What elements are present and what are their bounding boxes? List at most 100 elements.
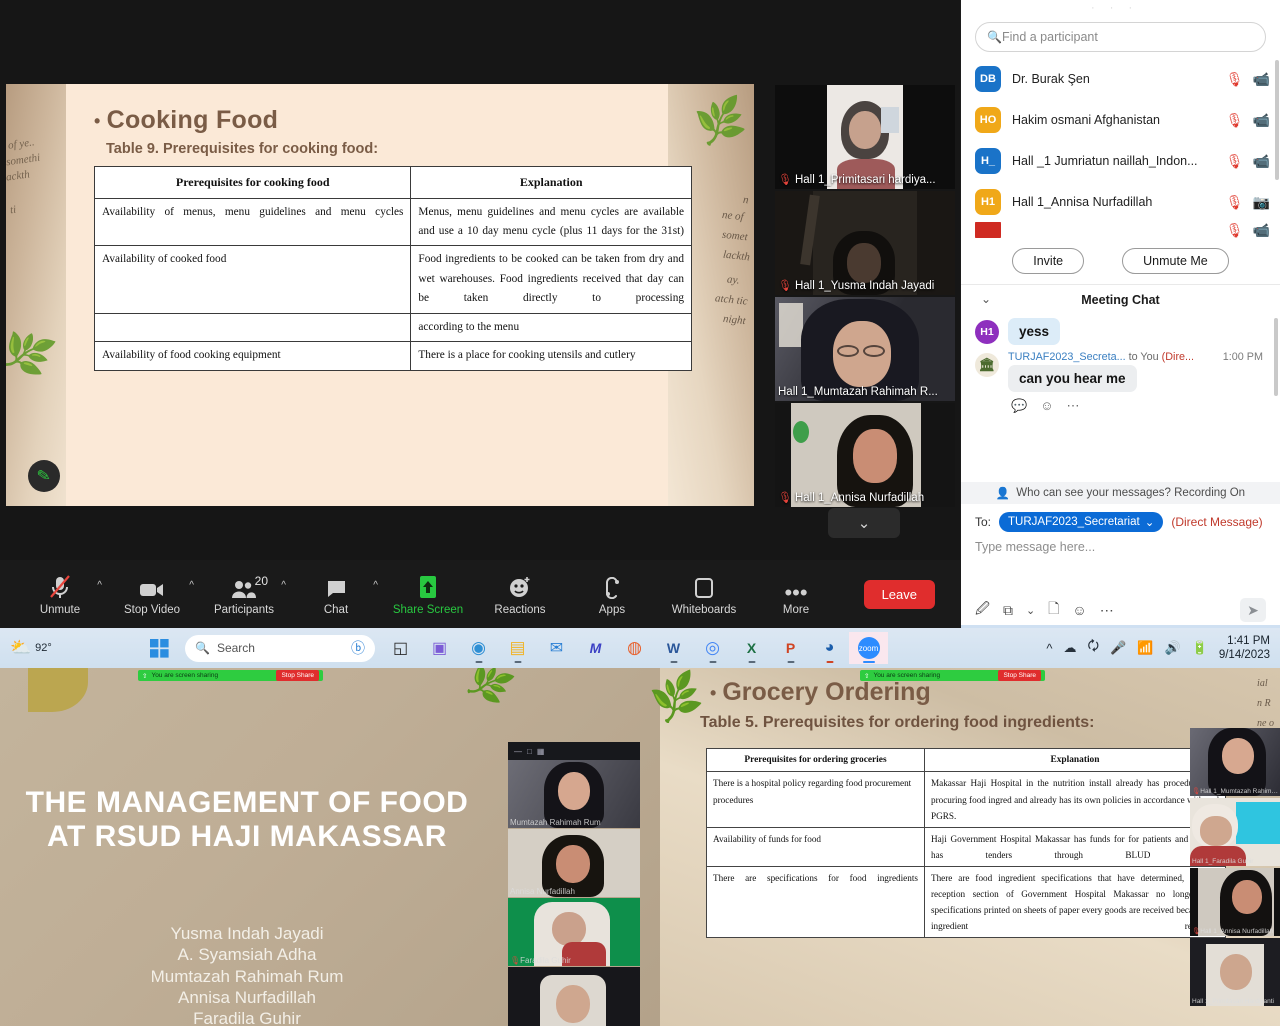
chevron-up-icon[interactable]: ^ xyxy=(97,580,102,591)
toolbar-reactions-button[interactable]: Reactions xyxy=(474,566,566,622)
video-tile[interactable]: 🎙Hall 1_Yusma Indah Jayadi xyxy=(775,191,955,295)
toolbar-stop-video-button[interactable]: Stop Video ^ xyxy=(106,566,198,622)
taskbar-clock[interactable]: 1:41 PM 9/14/2023 xyxy=(1219,634,1270,662)
weather-widget[interactable]: ⛅ 92° xyxy=(10,638,52,658)
invite-button[interactable]: Invite xyxy=(1012,248,1084,274)
video-off-icon[interactable]: 📹 xyxy=(1253,223,1270,237)
copilot-icon[interactable]: ⓑ xyxy=(351,638,365,658)
mic-muted-icon[interactable]: 🎙 xyxy=(1226,154,1244,168)
excel-icon[interactable]: X xyxy=(732,632,771,664)
participant-row[interactable]: HO Hakim osmani Afghanistan 🎙 📹 xyxy=(961,99,1280,140)
deck-title: THE MANAGEMENT OF FOOD AT RSUD HAJI MAKA… xyxy=(12,786,482,853)
chat-compose-area[interactable] xyxy=(961,532,1280,554)
video-tile[interactable]: Mumtazah Rahimah Rum xyxy=(508,760,640,828)
toolbar-share-screen-button[interactable]: Share Screen xyxy=(382,566,474,622)
video-tile[interactable]: Hall 1_Faradila Guhir xyxy=(1190,798,1280,866)
chat-message-list[interactable]: H1 yess 🏛 1:00 PM TURJAF2023_Secreta... … xyxy=(961,314,1280,482)
chat-recipient-dropdown[interactable]: TURJAF2023_Secretariat ⌄ xyxy=(999,512,1163,532)
chat-scrollbar[interactable] xyxy=(1274,318,1278,396)
file-explorer-icon[interactable]: ▤ xyxy=(498,632,537,664)
chevron-up-icon[interactable]: ^ xyxy=(281,580,286,591)
chrome-icon[interactable]: ◎ xyxy=(693,632,732,664)
mic-muted-icon[interactable]: 🎙 xyxy=(1226,195,1244,209)
video-on-icon[interactable]: 📷 xyxy=(1253,195,1270,209)
mendeley-desktop-icon[interactable]: ◕ xyxy=(810,632,849,664)
word-icon[interactable]: W xyxy=(654,632,693,664)
show-hidden-icons-icon[interactable]: ^ xyxy=(1046,641,1052,656)
send-button[interactable]: ➤ xyxy=(1240,598,1266,622)
mail-icon[interactable]: ✉ xyxy=(537,632,576,664)
maximize-icon[interactable]: □ xyxy=(527,747,532,756)
grid-view-icon[interactable]: ▦ xyxy=(537,747,545,756)
video-off-icon[interactable]: 📹 xyxy=(1253,154,1270,168)
toolbar-whiteboards-button[interactable]: Whiteboards xyxy=(658,566,750,622)
add-reaction-icon[interactable]: ☺ xyxy=(1040,398,1053,414)
chevron-up-icon[interactable]: ^ xyxy=(373,580,378,591)
find-participant-box[interactable]: 🔍 xyxy=(975,22,1266,52)
chevron-down-icon[interactable]: ⌄ xyxy=(1026,604,1035,617)
taskbar-search[interactable]: 🔍 Search ⓑ xyxy=(185,635,375,662)
chevron-down-icon[interactable]: ⌄ xyxy=(981,292,991,306)
video-tile[interactable]: Annisa Nurfadillah xyxy=(508,829,640,897)
video-tile[interactable]: Primitasari Hardiyanti xyxy=(508,967,640,1026)
annotate-button[interactable]: ✎ xyxy=(28,460,60,492)
reply-icon[interactable]: 💬 xyxy=(1011,398,1027,414)
participants-list[interactable]: DB Dr. Burak Şen 🎙 📹 HO Hakim osmani Afg… xyxy=(961,58,1280,240)
chat-bubble-icon xyxy=(325,573,347,599)
windows-start-icon[interactable] xyxy=(140,632,179,664)
toolbar-apps-button[interactable]: Apps xyxy=(566,566,658,622)
microphone-icon[interactable]: 🎤 xyxy=(1110,640,1126,656)
more-options-icon[interactable]: ⋯ xyxy=(1066,398,1079,414)
participant-row[interactable]: H_ Hall _1 Jumriatun naillah_Indon... 🎙 … xyxy=(961,140,1280,181)
minimize-icon[interactable]: — xyxy=(514,747,522,756)
participant-row[interactable]: DB Dr. Burak Şen 🎙 📹 xyxy=(961,58,1280,99)
firefox-icon[interactable]: ◍ xyxy=(615,632,654,664)
video-tile[interactable]: 🎙Hall 1_Annisa Nurfadillah xyxy=(775,403,955,507)
mendeley-icon[interactable]: M xyxy=(576,632,615,664)
unmute-me-button[interactable]: Unmute Me xyxy=(1122,248,1229,274)
zoom-app-icon[interactable]: ▣ xyxy=(420,632,459,664)
video-tile[interactable]: 🎙Hall 1_Mumtazah Rahimah Rum xyxy=(1190,728,1280,796)
task-view-icon[interactable]: ◱ xyxy=(381,632,420,664)
chevron-up-icon[interactable]: ^ xyxy=(189,580,194,591)
file-icon[interactable]: 🗋 xyxy=(1048,598,1059,622)
chat-input[interactable] xyxy=(975,540,1266,554)
video-tile-active-speaker[interactable]: Hall 1_Mumtazah Rahimah R... xyxy=(775,297,955,401)
update-icon[interactable]: 🗘 xyxy=(1087,637,1099,659)
microsoft-edge-icon[interactable]: ◉ xyxy=(459,632,498,664)
participant-row[interactable]: H1 Hall 1_Annisa Nurfadillah 🎙 📷 xyxy=(961,181,1280,222)
zoom-meeting-icon[interactable]: zoom xyxy=(849,632,888,664)
volume-icon[interactable]: 🔊 xyxy=(1164,640,1180,656)
battery-icon[interactable]: 🔋 xyxy=(1192,640,1208,656)
wifi-icon[interactable]: 📶 xyxy=(1137,640,1153,656)
mic-muted-icon[interactable]: 🎙 xyxy=(1226,72,1244,86)
video-off-icon[interactable]: 📹 xyxy=(1253,113,1270,127)
mic-muted-icon[interactable]: 🎙 xyxy=(1226,223,1244,237)
search-input[interactable] xyxy=(1002,30,1254,44)
onedrive-icon[interactable]: ☁ xyxy=(1063,640,1076,656)
toolbar-more-button[interactable]: ••• More xyxy=(750,566,842,622)
format-text-icon[interactable]: 🖉 xyxy=(975,598,990,622)
participants-scrollbar[interactable] xyxy=(1275,60,1279,180)
video-off-icon[interactable]: 📹 xyxy=(1253,72,1270,86)
more-icon[interactable]: ⋯ xyxy=(1100,602,1114,619)
video-tile[interactable]: 🎙Faradila Guhir xyxy=(508,898,640,966)
emoji-icon[interactable]: ☺ xyxy=(1072,602,1086,618)
screenshot-icon[interactable]: ⧉ xyxy=(1003,602,1013,619)
powerpoint-icon[interactable]: P xyxy=(771,632,810,664)
shared-screen-slide[interactable]: of ye.. somethi ackth ti 🌿 n ne of somet… xyxy=(6,84,754,506)
mic-muted-icon[interactable]: 🎙 xyxy=(1226,113,1244,127)
stop-share-button[interactable]: Stop Share xyxy=(998,670,1041,681)
chat-privacy-note[interactable]: 👤 Who can see your messages? Recording O… xyxy=(961,482,1280,504)
participant-row[interactable]: 🎙 📹 xyxy=(961,222,1280,238)
filmstrip-expand-button[interactable]: ⌄ xyxy=(828,508,900,538)
toolbar-chat-button[interactable]: Chat ^ xyxy=(290,566,382,622)
toolbar-unmute-button[interactable]: Unmute ^ xyxy=(14,566,106,622)
leave-meeting-button[interactable]: Leave xyxy=(864,580,935,609)
video-tile[interactable]: Hall 1_Primitasari Hardiyanti xyxy=(1190,938,1280,1006)
stop-share-button[interactable]: Stop Share xyxy=(276,670,319,681)
video-tile[interactable]: 🎙Hall 1_Annisa Nurfadillah xyxy=(1190,868,1280,936)
chat-message: H1 yess xyxy=(975,318,1266,345)
toolbar-participants-button[interactable]: 20 Participants ^ xyxy=(198,566,290,622)
video-tile[interactable]: 🎙Hall 1_Primitasari hardiya... xyxy=(775,85,955,189)
